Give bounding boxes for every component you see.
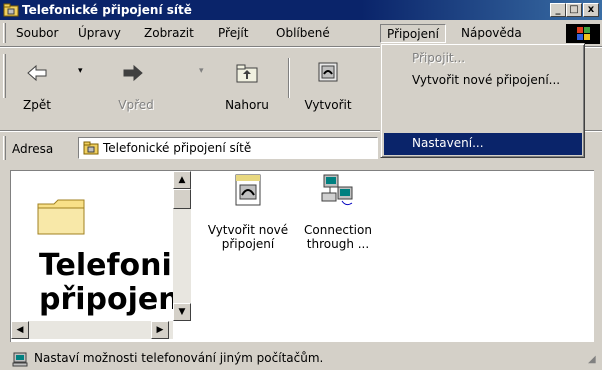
connection-icon <box>321 174 353 206</box>
toolbar-grip[interactable] <box>3 54 6 98</box>
pane-title-line1: Telefoni <box>39 248 172 283</box>
make-new-connection-label-line1: Vytvořit nové <box>207 223 289 237</box>
create-connection-icon <box>318 62 338 82</box>
scroll-up-button[interactable]: ▲ <box>173 171 191 189</box>
menu-pripojeni[interactable]: Připojení <box>380 24 446 43</box>
content-area: Telefoni připojen ▲ ▼ ◀ ▶ Vytvořit nové <box>10 170 594 342</box>
connection-item[interactable]: Connection through ... <box>293 173 383 251</box>
connection-label-line1: Connection <box>304 223 372 237</box>
forward-arrow-icon <box>123 64 143 82</box>
menu-prejit[interactable]: Přejít <box>212 24 254 43</box>
forward-label: Vpřed <box>118 98 154 112</box>
menu-oblibene[interactable]: Oblíbené <box>270 24 336 43</box>
maximize-button[interactable]: □ <box>566 3 582 17</box>
close-button[interactable]: x <box>583 3 599 17</box>
address-value: Telefonické připojení sítě <box>103 141 252 155</box>
menu-item-new-connection[interactable]: Vytvořit nové připojení... <box>384 70 582 92</box>
pripojeni-dropdown-menu: Připojit... Vytvořit nové připojení... N… <box>380 43 585 158</box>
menu-napoveda[interactable]: Nápověda <box>455 24 528 43</box>
minimize-button[interactable]: _ <box>550 3 566 17</box>
create-connection-label: Vytvořit <box>304 98 352 112</box>
web-view-pane: Telefoni připojen ▲ ▼ ◀ ▶ <box>11 171 196 341</box>
menu-soubor[interactable]: Soubor <box>10 24 64 43</box>
menu-item-settings[interactable]: Nastavení... <box>384 133 582 155</box>
address-grip[interactable] <box>3 136 6 160</box>
menu-bar-grip[interactable] <box>3 23 6 43</box>
toolbar-separator <box>288 58 290 98</box>
forward-button[interactable]: Vpřed <box>96 58 176 118</box>
horizontal-scrollbar[interactable]: ◀ ▶ <box>11 321 173 339</box>
address-label: Adresa <box>12 142 54 156</box>
forward-dropdown-icon[interactable]: ▾ <box>199 66 204 76</box>
address-field[interactable]: Telefonické připojení sítě <box>78 137 378 159</box>
back-label: Zpět <box>23 98 51 112</box>
back-dropdown-icon[interactable]: ▾ <box>78 66 83 76</box>
status-bar: Nastaví možnosti telefonování jiným počí… <box>0 346 602 370</box>
menu-upravy[interactable]: Úpravy <box>72 24 127 43</box>
make-new-connection-label-line2: připojení <box>221 237 275 251</box>
windows-logo-icon <box>566 24 600 44</box>
window-title: Telefonické připojení sítě <box>22 3 192 17</box>
make-new-connection-item[interactable]: Vytvořit nové připojení <box>203 173 293 251</box>
make-new-connection-icon <box>235 174 261 206</box>
window: Telefonické připojení sítě _ □ x Soubor … <box>0 0 602 370</box>
scroll-left-button[interactable]: ◀ <box>11 321 29 339</box>
menu-item-connect[interactable]: Připojit... <box>384 48 582 70</box>
scroll-down-button[interactable]: ▼ <box>173 303 191 321</box>
dialup-folder-icon <box>83 141 99 155</box>
scroll-right-button[interactable]: ▶ <box>151 321 169 339</box>
connection-label-line2: through ... <box>306 237 370 251</box>
pane-title-line2: připojen <box>39 282 180 317</box>
up-folder-icon <box>236 64 258 83</box>
pane-title: Telefoni připojen <box>39 249 180 317</box>
up-button[interactable]: Nahoru <box>214 58 280 118</box>
dialup-folder-icon <box>3 3 19 17</box>
up-label: Nahoru <box>225 98 269 112</box>
resize-grip-icon[interactable]: ◢ <box>588 354 596 365</box>
windows-flag-icon <box>577 27 590 40</box>
scroll-thumb[interactable] <box>173 189 191 209</box>
status-text: Nastaví možnosti telefonování jiným počí… <box>34 351 324 365</box>
folder-icon <box>37 199 85 235</box>
menu-zobrazit[interactable]: Zobrazit <box>138 24 200 43</box>
computer-status-icon <box>12 352 28 367</box>
back-arrow-icon <box>27 64 47 82</box>
back-button[interactable]: Zpět <box>12 58 62 118</box>
title-bar[interactable]: Telefonické připojení sítě _ □ x <box>0 0 602 20</box>
vertical-scrollbar[interactable]: ▲ ▼ <box>173 171 191 321</box>
create-connection-button[interactable]: Vytvořit <box>294 58 362 118</box>
